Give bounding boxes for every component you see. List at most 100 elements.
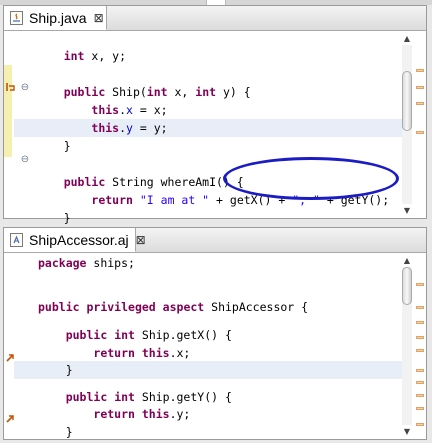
code-token: = x; [132,103,168,117]
code-token: .y; [169,407,191,421]
code-token: public [65,390,108,404]
overview-ruler [414,253,426,439]
tab-ship-java[interactable]: Ship.java ⊠ [4,6,107,30]
code-editor[interactable]: int x, y; public Ship(int x, int y) { th… [4,31,426,225]
overview-marker[interactable] [416,306,424,309]
tab-label: ShipAccessor.aj [29,231,129,248]
overview-marker[interactable] [416,423,424,426]
fold-collapse-icon[interactable]: ⊖ [20,155,30,165]
java-file-icon [10,10,23,25]
code-token: public [63,85,106,99]
code-line[interactable]: } [14,423,402,441]
code-token: ShipAccessor { [204,300,309,314]
code-token: this [141,407,170,421]
code-token: y) { [216,85,251,99]
code-token: int [114,390,135,404]
tab-bar: Ship.java ⊠ [4,6,426,31]
scroll-down-icon[interactable]: ▼ [402,205,412,216]
tab-bar: ShipAccessor.aj ⊠ [4,228,426,253]
overview-marker[interactable] [416,102,424,105]
code-token: y [126,121,133,135]
overview-marker[interactable] [416,321,424,324]
overview-marker[interactable] [416,394,424,397]
code-token: ships; [86,256,135,270]
overview-marker[interactable] [416,69,424,72]
scroll-thumb[interactable] [402,71,412,131]
vertical-scrollbar[interactable]: ▲ ▼ [402,253,412,439]
code-line[interactable]: public String whereAmI() { [14,173,402,191]
code-line[interactable]: } [14,361,402,379]
code-line[interactable]: return this.y; [14,405,402,423]
overview-marker[interactable] [416,369,424,372]
advice-marker-icon [6,83,15,91]
code-line[interactable] [14,155,402,173]
close-icon[interactable]: ⊠ [136,234,146,246]
overview-marker[interactable] [416,336,424,339]
code-token: + getY(); [319,193,390,207]
overview-marker[interactable] [416,349,424,352]
scroll-up-icon[interactable]: ▲ [402,255,412,266]
code-token: x [126,103,133,117]
advice-arrow-icon [6,354,14,362]
change-marker [4,65,12,157]
overview-marker[interactable] [416,283,424,286]
code-editor[interactable]: package ships; public privileged aspect S… [4,253,426,439]
code-token: . [119,121,127,135]
code-token: privileged [86,300,156,314]
code-token: package [38,256,87,270]
scroll-thumb[interactable] [402,267,412,305]
editor-panel-shipaccessor-aj: ShipAccessor.aj ⊠ package ships; public p… [3,227,427,440]
code-line[interactable]: this.y = y; [14,119,402,137]
code-token: Ship.getY() { [134,390,232,404]
code-token: Ship.getX() { [134,328,232,342]
editor-panel-ship-java: Ship.java ⊠ int x, y; public Ship(int x,… [3,5,427,225]
code-line[interactable] [14,65,402,83]
close-icon[interactable]: ⊠ [94,12,104,24]
code-token: this [141,346,170,360]
overview-marker[interactable] [416,407,424,410]
code-area[interactable]: int x, y; public Ship(int x, int y) { th… [14,31,402,225]
fold-collapse-icon[interactable]: ⊖ [20,83,30,93]
vertical-scrollbar[interactable]: ▲ ▼ [402,31,412,218]
code-token: int [146,85,168,99]
code-token: } [38,425,73,439]
overview-marker[interactable] [416,381,424,384]
code-line[interactable]: int x, y; [14,47,402,65]
code-line[interactable]: public int Ship.getY() { [14,388,402,406]
scroll-up-icon[interactable]: ▲ [402,33,412,44]
code-token: this [91,103,120,117]
code-token: } [36,139,71,153]
overview-marker[interactable] [416,86,424,89]
code-token: public [63,175,106,189]
code-line[interactable]: public privileged aspect ShipAccessor { [14,298,402,316]
code-line[interactable]: public Ship(int x, int y) { [14,83,402,101]
code-line[interactable]: package ships; [14,254,402,272]
code-line[interactable]: } [14,137,402,155]
code-token: return [93,346,135,360]
code-token: . [119,103,127,117]
code-token: + getX() + [209,193,293,207]
overview-marker[interactable] [416,131,424,134]
code-token: x, [167,85,196,99]
scroll-down-icon[interactable]: ▼ [402,426,412,437]
code-token: String whereAmI() { [105,175,244,189]
annotation-gutter [4,31,14,218]
code-line[interactable]: } [14,209,402,227]
code-token: x, y; [84,49,127,63]
code-line[interactable]: return "I am at " + getX() + ", " + getY… [14,191,402,209]
code-token: aspect [162,300,205,314]
code-line[interactable]: return this.x; [14,344,402,362]
code-line[interactable] [14,272,402,290]
tab-shipaccessor-aj[interactable]: ShipAccessor.aj ⊠ [4,228,146,252]
code-area[interactable]: package ships; public privileged aspect S… [14,253,402,439]
code-line[interactable]: public int Ship.getX() { [14,326,402,344]
code-line[interactable]: this.x = x; [14,101,402,119]
